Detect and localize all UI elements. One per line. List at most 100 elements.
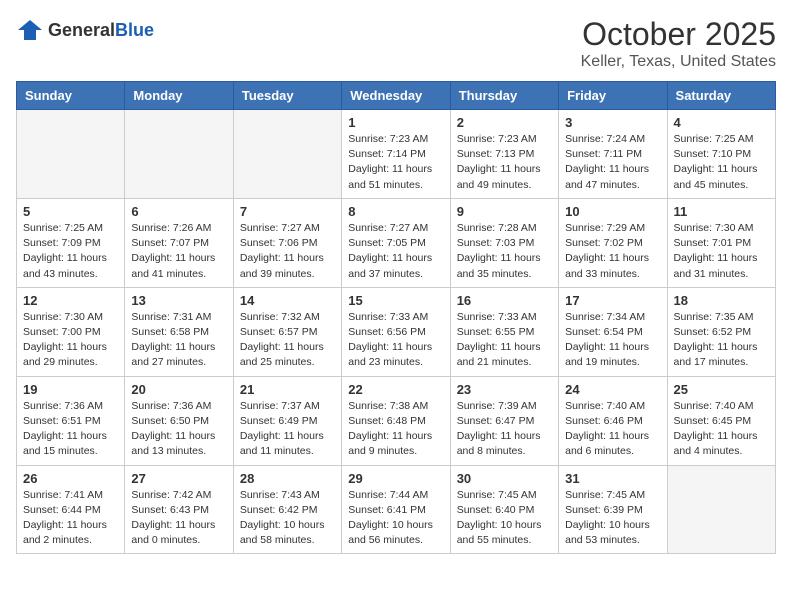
calendar-cell: 25Sunrise: 7:40 AM Sunset: 6:45 PM Dayli…	[667, 376, 775, 465]
calendar-cell: 15Sunrise: 7:33 AM Sunset: 6:56 PM Dayli…	[342, 287, 450, 376]
logo-text-blue: Blue	[115, 20, 154, 40]
calendar-cell: 26 Sunrise: 7:41 AM Sunset: 6:44 PM Dayli…	[17, 465, 125, 554]
day-number: 16	[457, 293, 552, 308]
day-number: 13	[131, 293, 226, 308]
day-number: 20	[131, 382, 226, 397]
day-number: 14	[240, 293, 335, 308]
calendar-cell: 10 Sunrise: 7:29 AM Sunset: 7:02 PM Dayli…	[559, 198, 667, 287]
day-info: Sunrise: 7:35 AM Sunset: 6:52 PM Dayligh…	[674, 310, 769, 371]
calendar-cell	[233, 110, 341, 199]
day-info: Sunrise: 7:44 AM Sunset: 6:41 PM Dayligh…	[348, 488, 443, 549]
day-info: Sunrise: 7:36 AM Sunset: 6:50 PM Dayligh…	[131, 399, 226, 460]
day-number: 8	[348, 204, 443, 219]
day-info: Sunrise: 7:43 AM Sunset: 6:42 PM Dayligh…	[240, 488, 335, 549]
day-number: 18	[674, 293, 769, 308]
calendar-cell: 8 Sunrise: 7:27 AM Sunset: 7:05 PM Daylig…	[342, 198, 450, 287]
day-info: Sunrise: 7:40 AM Sunset: 6:46 PM Dayligh…	[565, 399, 660, 460]
calendar-cell: 28 Sunrise: 7:43 AM Sunset: 6:42 PM Dayli…	[233, 465, 341, 554]
day-number: 6	[131, 204, 226, 219]
day-number: 31	[565, 471, 660, 486]
calendar-cell: 2 Sunrise: 7:23 AM Sunset: 7:13 PM Daylig…	[450, 110, 558, 199]
day-number: 24	[565, 382, 660, 397]
logo-text-general: General	[48, 20, 115, 40]
day-info: Sunrise: 7:23 AM Sunset: 7:14 PM Dayligh…	[348, 132, 443, 193]
calendar-cell: 9 Sunrise: 7:28 AM Sunset: 7:03 PM Daylig…	[450, 198, 558, 287]
calendar-cell: 22Sunrise: 7:38 AM Sunset: 6:48 PM Dayli…	[342, 376, 450, 465]
day-info: Sunrise: 7:38 AM Sunset: 6:48 PM Dayligh…	[348, 399, 443, 460]
day-info: Sunrise: 7:33 AM Sunset: 6:55 PM Dayligh…	[457, 310, 552, 371]
day-number: 25	[674, 382, 769, 397]
calendar-cell: 31 Sunrise: 7:45 AM Sunset: 6:39 PM Dayli…	[559, 465, 667, 554]
calendar-table: SundayMondayTuesdayWednesdayThursdayFrid…	[16, 81, 776, 554]
calendar-subtitle: Keller, Texas, United States	[581, 53, 776, 71]
calendar-cell: 14Sunrise: 7:32 AM Sunset: 6:57 PM Dayli…	[233, 287, 341, 376]
calendar-cell: 19 Sunrise: 7:36 AM Sunset: 6:51 PM Dayli…	[17, 376, 125, 465]
day-number: 28	[240, 471, 335, 486]
day-info: Sunrise: 7:30 AM Sunset: 7:00 PM Dayligh…	[23, 310, 118, 371]
day-info: Sunrise: 7:30 AM Sunset: 7:01 PM Dayligh…	[674, 221, 769, 282]
day-number: 2	[457, 115, 552, 130]
weekday-header-wednesday: Wednesday	[342, 82, 450, 110]
day-number: 1	[348, 115, 443, 130]
week-row-4: 19 Sunrise: 7:36 AM Sunset: 6:51 PM Dayli…	[17, 376, 776, 465]
calendar-cell: 1 Sunrise: 7:23 AM Sunset: 7:14 PM Daylig…	[342, 110, 450, 199]
calendar-cell: 13Sunrise: 7:31 AM Sunset: 6:58 PM Dayli…	[125, 287, 233, 376]
day-info: Sunrise: 7:23 AM Sunset: 7:13 PM Dayligh…	[457, 132, 552, 193]
calendar-cell: 23 Sunrise: 7:39 AM Sunset: 6:47 PM Dayli…	[450, 376, 558, 465]
calendar-cell: 20 Sunrise: 7:36 AM Sunset: 6:50 PM Dayli…	[125, 376, 233, 465]
calendar-cell: 21Sunrise: 7:37 AM Sunset: 6:49 PM Dayli…	[233, 376, 341, 465]
day-info: Sunrise: 7:33 AM Sunset: 6:56 PM Dayligh…	[348, 310, 443, 371]
day-info: Sunrise: 7:39 AM Sunset: 6:47 PM Dayligh…	[457, 399, 552, 460]
week-row-3: 12 Sunrise: 7:30 AM Sunset: 7:00 PM Dayli…	[17, 287, 776, 376]
day-info: Sunrise: 7:25 AM Sunset: 7:10 PM Dayligh…	[674, 132, 769, 193]
calendar-cell: 29Sunrise: 7:44 AM Sunset: 6:41 PM Dayli…	[342, 465, 450, 554]
day-info: Sunrise: 7:34 AM Sunset: 6:54 PM Dayligh…	[565, 310, 660, 371]
day-info: Sunrise: 7:26 AM Sunset: 7:07 PM Dayligh…	[131, 221, 226, 282]
day-number: 23	[457, 382, 552, 397]
logo-icon	[16, 16, 44, 44]
calendar-cell: 3 Sunrise: 7:24 AM Sunset: 7:11 PM Daylig…	[559, 110, 667, 199]
day-number: 10	[565, 204, 660, 219]
week-row-2: 5 Sunrise: 7:25 AM Sunset: 7:09 PM Daylig…	[17, 198, 776, 287]
day-number: 11	[674, 204, 769, 219]
day-info: Sunrise: 7:27 AM Sunset: 7:06 PM Dayligh…	[240, 221, 335, 282]
day-info: Sunrise: 7:25 AM Sunset: 7:09 PM Dayligh…	[23, 221, 118, 282]
calendar-cell: 12 Sunrise: 7:30 AM Sunset: 7:00 PM Dayli…	[17, 287, 125, 376]
calendar-cell: 27Sunrise: 7:42 AM Sunset: 6:43 PM Dayli…	[125, 465, 233, 554]
day-number: 4	[674, 115, 769, 130]
weekday-header-friday: Friday	[559, 82, 667, 110]
weekday-header-saturday: Saturday	[667, 82, 775, 110]
weekday-header-row: SundayMondayTuesdayWednesdayThursdayFrid…	[17, 82, 776, 110]
day-number: 26	[23, 471, 118, 486]
day-info: Sunrise: 7:28 AM Sunset: 7:03 PM Dayligh…	[457, 221, 552, 282]
day-number: 12	[23, 293, 118, 308]
calendar-cell: 30 Sunrise: 7:45 AM Sunset: 6:40 PM Dayli…	[450, 465, 558, 554]
day-number: 9	[457, 204, 552, 219]
calendar-cell: 11 Sunrise: 7:30 AM Sunset: 7:01 PM Dayli…	[667, 198, 775, 287]
week-row-5: 26 Sunrise: 7:41 AM Sunset: 6:44 PM Dayli…	[17, 465, 776, 554]
calendar-cell	[667, 465, 775, 554]
page-header: GeneralBlue October 2025 Keller, Texas, …	[16, 16, 776, 71]
day-info: Sunrise: 7:36 AM Sunset: 6:51 PM Dayligh…	[23, 399, 118, 460]
calendar-cell: 16 Sunrise: 7:33 AM Sunset: 6:55 PM Dayli…	[450, 287, 558, 376]
day-info: Sunrise: 7:41 AM Sunset: 6:44 PM Dayligh…	[23, 488, 118, 549]
calendar-cell: 5 Sunrise: 7:25 AM Sunset: 7:09 PM Daylig…	[17, 198, 125, 287]
day-info: Sunrise: 7:24 AM Sunset: 7:11 PM Dayligh…	[565, 132, 660, 193]
calendar-cell: 24 Sunrise: 7:40 AM Sunset: 6:46 PM Dayli…	[559, 376, 667, 465]
day-number: 19	[23, 382, 118, 397]
logo: GeneralBlue	[16, 16, 154, 44]
day-info: Sunrise: 7:27 AM Sunset: 7:05 PM Dayligh…	[348, 221, 443, 282]
day-info: Sunrise: 7:29 AM Sunset: 7:02 PM Dayligh…	[565, 221, 660, 282]
calendar-cell: 7 Sunrise: 7:27 AM Sunset: 7:06 PM Daylig…	[233, 198, 341, 287]
day-number: 5	[23, 204, 118, 219]
day-info: Sunrise: 7:45 AM Sunset: 6:40 PM Dayligh…	[457, 488, 552, 549]
weekday-header-sunday: Sunday	[17, 82, 125, 110]
day-info: Sunrise: 7:45 AM Sunset: 6:39 PM Dayligh…	[565, 488, 660, 549]
week-row-1: 1 Sunrise: 7:23 AM Sunset: 7:14 PM Daylig…	[17, 110, 776, 199]
day-number: 30	[457, 471, 552, 486]
calendar-cell	[17, 110, 125, 199]
weekday-header-tuesday: Tuesday	[233, 82, 341, 110]
calendar-cell: 17Sunrise: 7:34 AM Sunset: 6:54 PM Dayli…	[559, 287, 667, 376]
day-number: 3	[565, 115, 660, 130]
day-number: 7	[240, 204, 335, 219]
